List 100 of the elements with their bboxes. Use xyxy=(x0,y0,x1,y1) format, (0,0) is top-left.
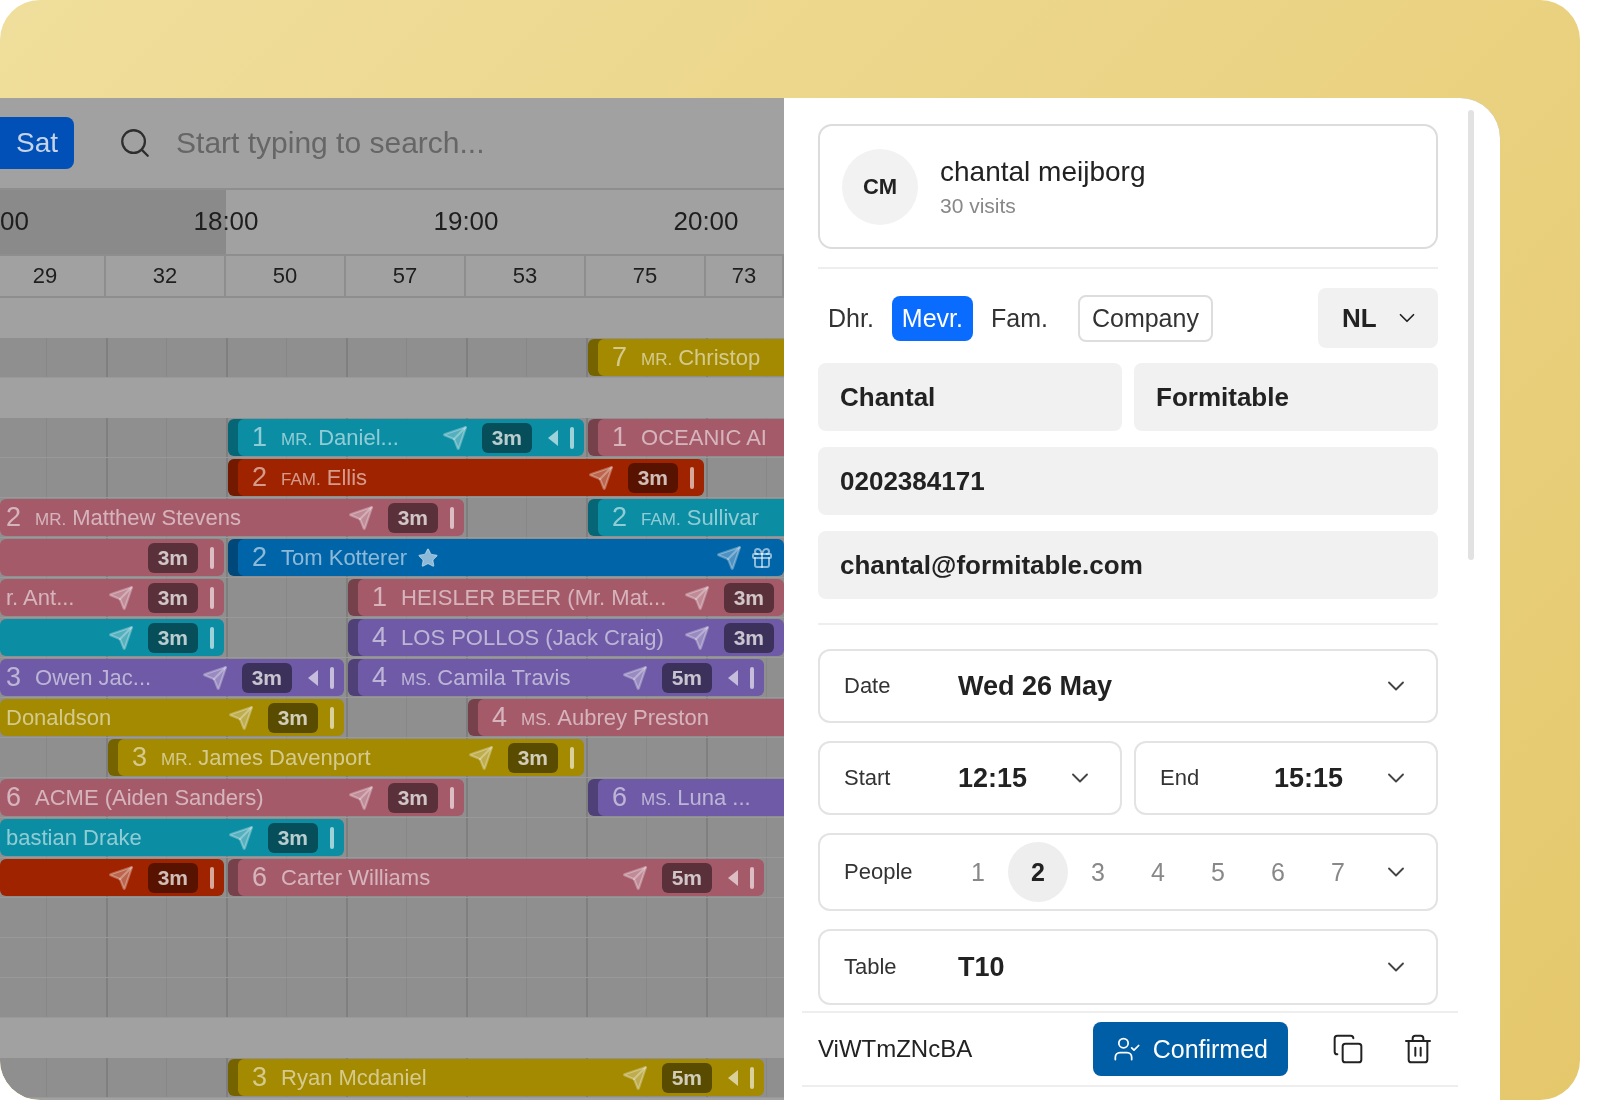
hour-label: 20:00 xyxy=(673,206,739,237)
reservation-bar[interactable]: 3m xyxy=(0,619,224,656)
table-select[interactable]: Table T10 xyxy=(818,929,1438,1005)
email-field[interactable]: chantal@formitable.com xyxy=(818,531,1438,599)
guest-name: MS. Camila Travis xyxy=(401,664,571,691)
duration-badge: 3m xyxy=(507,742,558,773)
reservation-code: ViWTmZNcBA xyxy=(818,1035,973,1063)
end-time-select[interactable]: End 15:15 xyxy=(1134,741,1438,815)
guest-name: Carter Williams xyxy=(281,864,431,891)
resize-handle[interactable] xyxy=(570,746,574,769)
guest-name: Tom Kotterer xyxy=(281,544,407,571)
hour-label: 18:00 xyxy=(193,206,259,237)
party-size: 1 xyxy=(252,422,268,453)
resize-handle[interactable] xyxy=(210,546,214,569)
guest-name: bastian Drake xyxy=(6,824,142,851)
duration-badge: 3m xyxy=(147,622,198,653)
reservation-bar[interactable]: 6 ACME (Aiden Sanders) 3m xyxy=(0,779,464,816)
people-option[interactable]: 3 xyxy=(1068,842,1128,902)
caret-left-icon[interactable] xyxy=(728,669,738,686)
caret-left-icon[interactable] xyxy=(728,869,738,886)
people-option[interactable]: 5 xyxy=(1188,842,1248,902)
guest-name: ACME (Aiden Sanders) xyxy=(35,784,264,811)
date-select[interactable]: Date Wed 26 May xyxy=(818,649,1438,723)
start-time-select[interactable]: Start 12:15 xyxy=(818,741,1122,815)
party-size: 2 xyxy=(6,502,22,533)
guest-name: LOS POLLOS (Jack Craig) xyxy=(401,624,664,651)
caret-left-icon[interactable] xyxy=(548,429,558,446)
salutation-option[interactable]: Dhr. xyxy=(818,295,884,341)
reservation-bar[interactable]: 2 MR. Matthew Stevens 3m xyxy=(0,499,464,536)
duration-badge: 3m xyxy=(481,422,532,453)
guest-name: OCEANIC AI xyxy=(641,424,767,451)
people-option[interactable]: 7 xyxy=(1308,842,1368,902)
phone-field[interactable]: 0202384171 xyxy=(818,447,1438,515)
reservation-bar[interactable]: 6 Carter Williams 5m xyxy=(228,859,764,896)
reservation-bar[interactable]: 2 FAM. Ellis 3m xyxy=(228,459,704,496)
customer-name: chantal meijborg xyxy=(940,155,1146,188)
party-size: 4 xyxy=(492,702,508,733)
guest-name: Ryan Mcdaniel xyxy=(281,1064,427,1091)
reservation-bar[interactable]: 3m xyxy=(0,539,224,576)
resize-handle[interactable] xyxy=(750,666,754,689)
reservation-bar[interactable]: 3m xyxy=(0,859,224,896)
reservation-bar[interactable]: 4 LOS POLLOS (Jack Craig) 3m xyxy=(348,619,784,656)
duration-badge: 3m xyxy=(147,862,198,893)
language-select[interactable]: NL xyxy=(1318,288,1438,348)
party-size: 3 xyxy=(252,1062,268,1093)
party-size: 1 xyxy=(612,422,628,453)
day-button[interactable]: Sat xyxy=(0,117,75,169)
resize-handle[interactable] xyxy=(750,866,754,889)
first-name-field[interactable]: Chantal xyxy=(818,363,1122,431)
reservation-bar[interactable]: 1 HEISLER BEER (Mr. Mat... 3m xyxy=(348,579,784,616)
reservation-bar[interactable]: 4 MS. Camila Travis 5m xyxy=(348,659,764,696)
resize-handle[interactable] xyxy=(210,866,214,889)
resize-handle[interactable] xyxy=(570,426,574,449)
hour-label: 00 xyxy=(0,206,29,237)
duration-badge: 3m xyxy=(723,622,774,653)
salutation-option[interactable]: Fam. xyxy=(981,295,1058,341)
reservation-bar[interactable]: 3 Ryan Mcdaniel 5m xyxy=(228,1059,764,1096)
reservation-bar[interactable]: 3 MR. James Davenport 3m xyxy=(108,739,584,776)
last-name-field[interactable]: Formitable xyxy=(1134,363,1438,431)
people-option[interactable]: 4 xyxy=(1128,842,1188,902)
resize-handle[interactable] xyxy=(450,506,454,529)
party-size: 1 xyxy=(372,582,388,613)
reservation-bar[interactable]: r. Ant... 3m xyxy=(0,579,224,616)
resize-handle[interactable] xyxy=(690,466,694,489)
caret-left-icon[interactable] xyxy=(728,1069,738,1086)
reservation-bar[interactable]: 1 MR. Daniel... 3m xyxy=(228,419,584,456)
people-option[interactable]: 1 xyxy=(948,842,1008,902)
party-size: 4 xyxy=(372,662,388,693)
reservation-bar[interactable]: bastian Drake 3m xyxy=(0,819,344,856)
people-option[interactable]: 6 xyxy=(1248,842,1308,902)
company-button[interactable]: Company xyxy=(1077,294,1213,342)
resize-handle[interactable] xyxy=(210,586,214,609)
duration-badge: 3m xyxy=(387,782,438,813)
guest-count: 75 xyxy=(586,256,706,296)
resize-handle[interactable] xyxy=(330,826,334,849)
resize-handle[interactable] xyxy=(330,706,334,729)
guest-name: Donaldson xyxy=(6,704,112,731)
guest-count: 32 xyxy=(106,256,226,296)
party-size: 3 xyxy=(6,662,22,693)
reservation-bar[interactable]: Donaldson 3m xyxy=(0,699,344,736)
resize-handle[interactable] xyxy=(450,786,454,809)
duration-badge: 3m xyxy=(241,662,292,693)
guest-name: MR. Christop xyxy=(641,344,761,371)
resize-handle[interactable] xyxy=(330,666,334,689)
salutation-option[interactable]: Mevr. xyxy=(891,295,973,341)
party-size: 2 xyxy=(252,462,268,493)
search-field[interactable]: Start typing to search... xyxy=(174,125,695,161)
resize-handle[interactable] xyxy=(750,1066,754,1089)
duration-badge: 3m xyxy=(147,582,198,613)
avatar: CM xyxy=(842,148,918,225)
caret-left-icon[interactable] xyxy=(308,669,318,686)
party-size: 4 xyxy=(372,622,388,653)
scrollbar[interactable] xyxy=(1468,110,1474,560)
reservation-bar[interactable]: 3 Owen Jac... 3m xyxy=(0,659,344,696)
guest-count: 57 xyxy=(346,256,466,296)
status-button[interactable]: Confirmed xyxy=(1092,1022,1288,1076)
guest-name: FAM. Ellis xyxy=(281,464,368,491)
resize-handle[interactable] xyxy=(210,626,214,649)
people-option[interactable]: 2 xyxy=(1008,842,1068,902)
guest-name: MR. Daniel... xyxy=(281,424,399,451)
